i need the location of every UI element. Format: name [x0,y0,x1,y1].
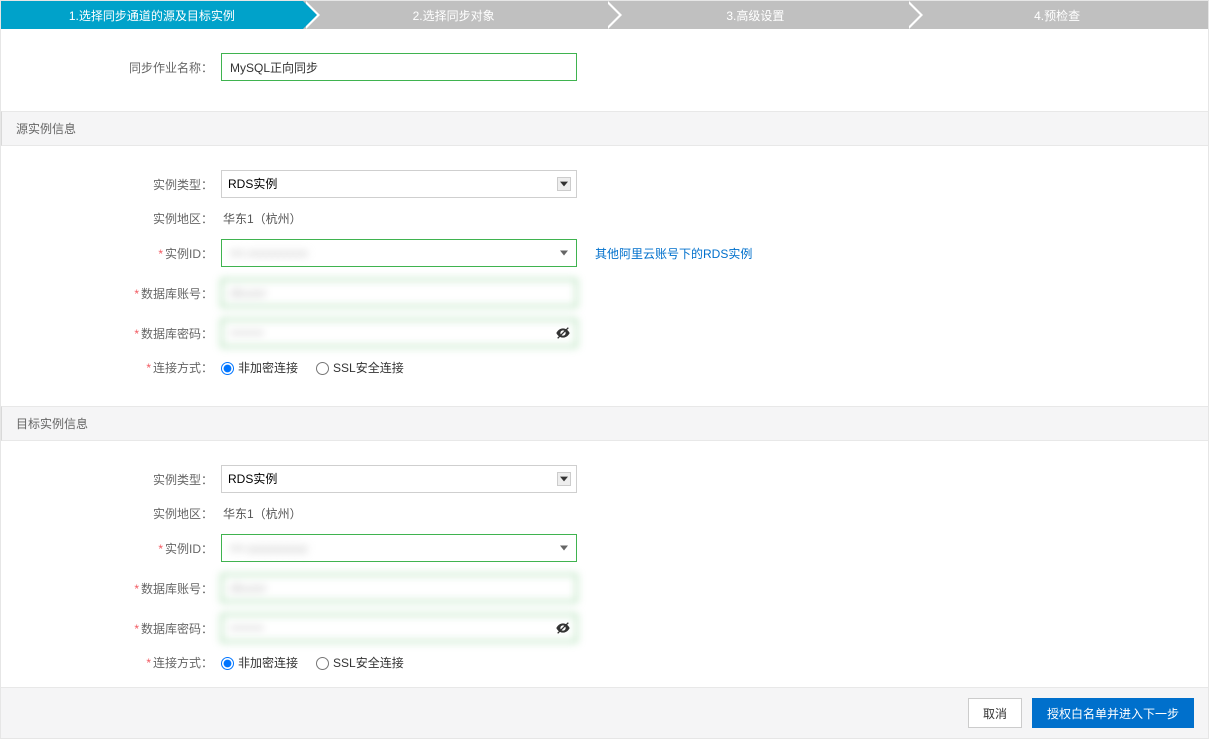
source-conn-ssl-radio[interactable]: SSL安全连接 [316,359,404,376]
step-arrow-icon [605,1,619,29]
target-db-pass-label: *数据库密码： [1,620,221,637]
source-region-value: 华东1（杭州） [221,210,302,227]
step-3[interactable]: 3.高级设置 [605,1,907,29]
source-db-user-label: *数据库账号： [1,285,221,302]
source-section: 源实例信息 实例类型： RDS实例 实例地区： [1,111,1208,392]
target-db-user-input[interactable] [221,574,577,602]
job-name-block: 同步作业名称： [1,29,1208,97]
source-conn-type-row: *连接方式： 非加密连接 SSL安全连接 [1,353,1208,382]
target-section-header: 目标实例信息 [1,406,1208,441]
target-conn-ssl-radio[interactable]: SSL安全连接 [316,654,404,671]
target-instance-type-label: 实例类型： [1,471,221,488]
next-button[interactable]: 授权白名单并进入下一步 [1032,698,1194,728]
step-1[interactable]: 1.选择同步通道的源及目标实例 [1,1,303,29]
toggle-password-visibility-icon[interactable] [549,319,577,347]
step-bar: 1.选择同步通道的源及目标实例 2.选择同步对象 3.高级设置 4.预检查 [1,1,1208,29]
source-instance-type-row: 实例类型： RDS实例 [1,164,1208,204]
source-instance-type-label: 实例类型： [1,176,221,193]
step-4[interactable]: 4.预检查 [906,1,1208,29]
target-conn-type-label: *连接方式： [1,654,221,671]
cancel-button[interactable]: 取消 [968,698,1022,728]
target-instance-type-select-el[interactable]: RDS实例 [221,465,577,493]
job-name-input[interactable] [221,53,577,81]
step-4-label: 4.预检查 [1034,7,1080,24]
other-account-link[interactable]: 其他阿里云账号下的RDS实例 [595,245,752,262]
page-container: 1.选择同步通道的源及目标实例 2.选择同步对象 3.高级设置 4.预检查 同步… [0,0,1209,739]
source-db-pass-label: *数据库密码： [1,325,221,342]
source-db-user-row: *数据库账号： [1,273,1208,313]
step-arrow-icon [906,1,920,29]
source-db-pass-input[interactable] [221,319,577,347]
target-section: 目标实例信息 实例类型： RDS实例 实例地区： [1,406,1208,687]
target-instance-id-value: rm-yyyyyyyyyy [230,541,308,555]
source-instance-id-combo[interactable]: rm-xxxxxxxxxx [221,239,577,267]
source-db-pass-row: *数据库密码： [1,313,1208,353]
source-instance-id-value: rm-xxxxxxxxxx [230,246,308,260]
target-instance-id-combo[interactable]: rm-yyyyyyyyyy [221,534,577,562]
step-3-label: 3.高级设置 [726,7,784,24]
target-region-row: 实例地区： 华东1（杭州） [1,499,1208,528]
source-conn-type-label: *连接方式： [1,359,221,376]
job-name-row: 同步作业名称： [1,47,1208,87]
combo-caret-icon [560,546,568,551]
source-instance-id-row: *实例ID： rm-xxxxxxxxxx 其他阿里云账号下的RDS实例 [1,233,1208,273]
target-conn-plain-radio[interactable]: 非加密连接 [221,654,298,671]
target-instance-id-row: *实例ID： rm-yyyyyyyyyy [1,528,1208,568]
job-name-label: 同步作业名称： [1,59,221,76]
target-instance-type-row: 实例类型： RDS实例 [1,459,1208,499]
source-conn-plain-radio[interactable]: 非加密连接 [221,359,298,376]
target-instance-type-select[interactable]: RDS实例 [221,465,577,493]
source-instance-type-select[interactable]: RDS实例 [221,170,577,198]
source-section-header: 源实例信息 [1,111,1208,146]
source-instance-type-select-el[interactable]: RDS实例 [221,170,577,198]
target-db-user-label: *数据库账号： [1,580,221,597]
step-1-label: 1.选择同步通道的源及目标实例 [69,7,235,24]
footer-bar: 取消 授权白名单并进入下一步 [1,687,1208,738]
step-2-label: 2.选择同步对象 [413,7,495,24]
target-region-value: 华东1（杭州） [221,505,302,522]
step-2[interactable]: 2.选择同步对象 [303,1,605,29]
target-region-label: 实例地区： [1,505,221,522]
target-instance-id-label: *实例ID： [1,540,221,557]
target-db-pass-input[interactable] [221,614,577,642]
step-arrow-icon [303,1,317,29]
toggle-password-visibility-icon[interactable] [549,614,577,642]
source-region-row: 实例地区： 华东1（杭州） [1,204,1208,233]
target-db-pass-row: *数据库密码： [1,608,1208,648]
target-conn-type-row: *连接方式： 非加密连接 SSL安全连接 [1,648,1208,677]
target-db-user-row: *数据库账号： [1,568,1208,608]
combo-caret-icon [560,251,568,256]
source-db-user-input[interactable] [221,279,577,307]
source-instance-id-label: *实例ID： [1,245,221,262]
source-region-label: 实例地区： [1,210,221,227]
